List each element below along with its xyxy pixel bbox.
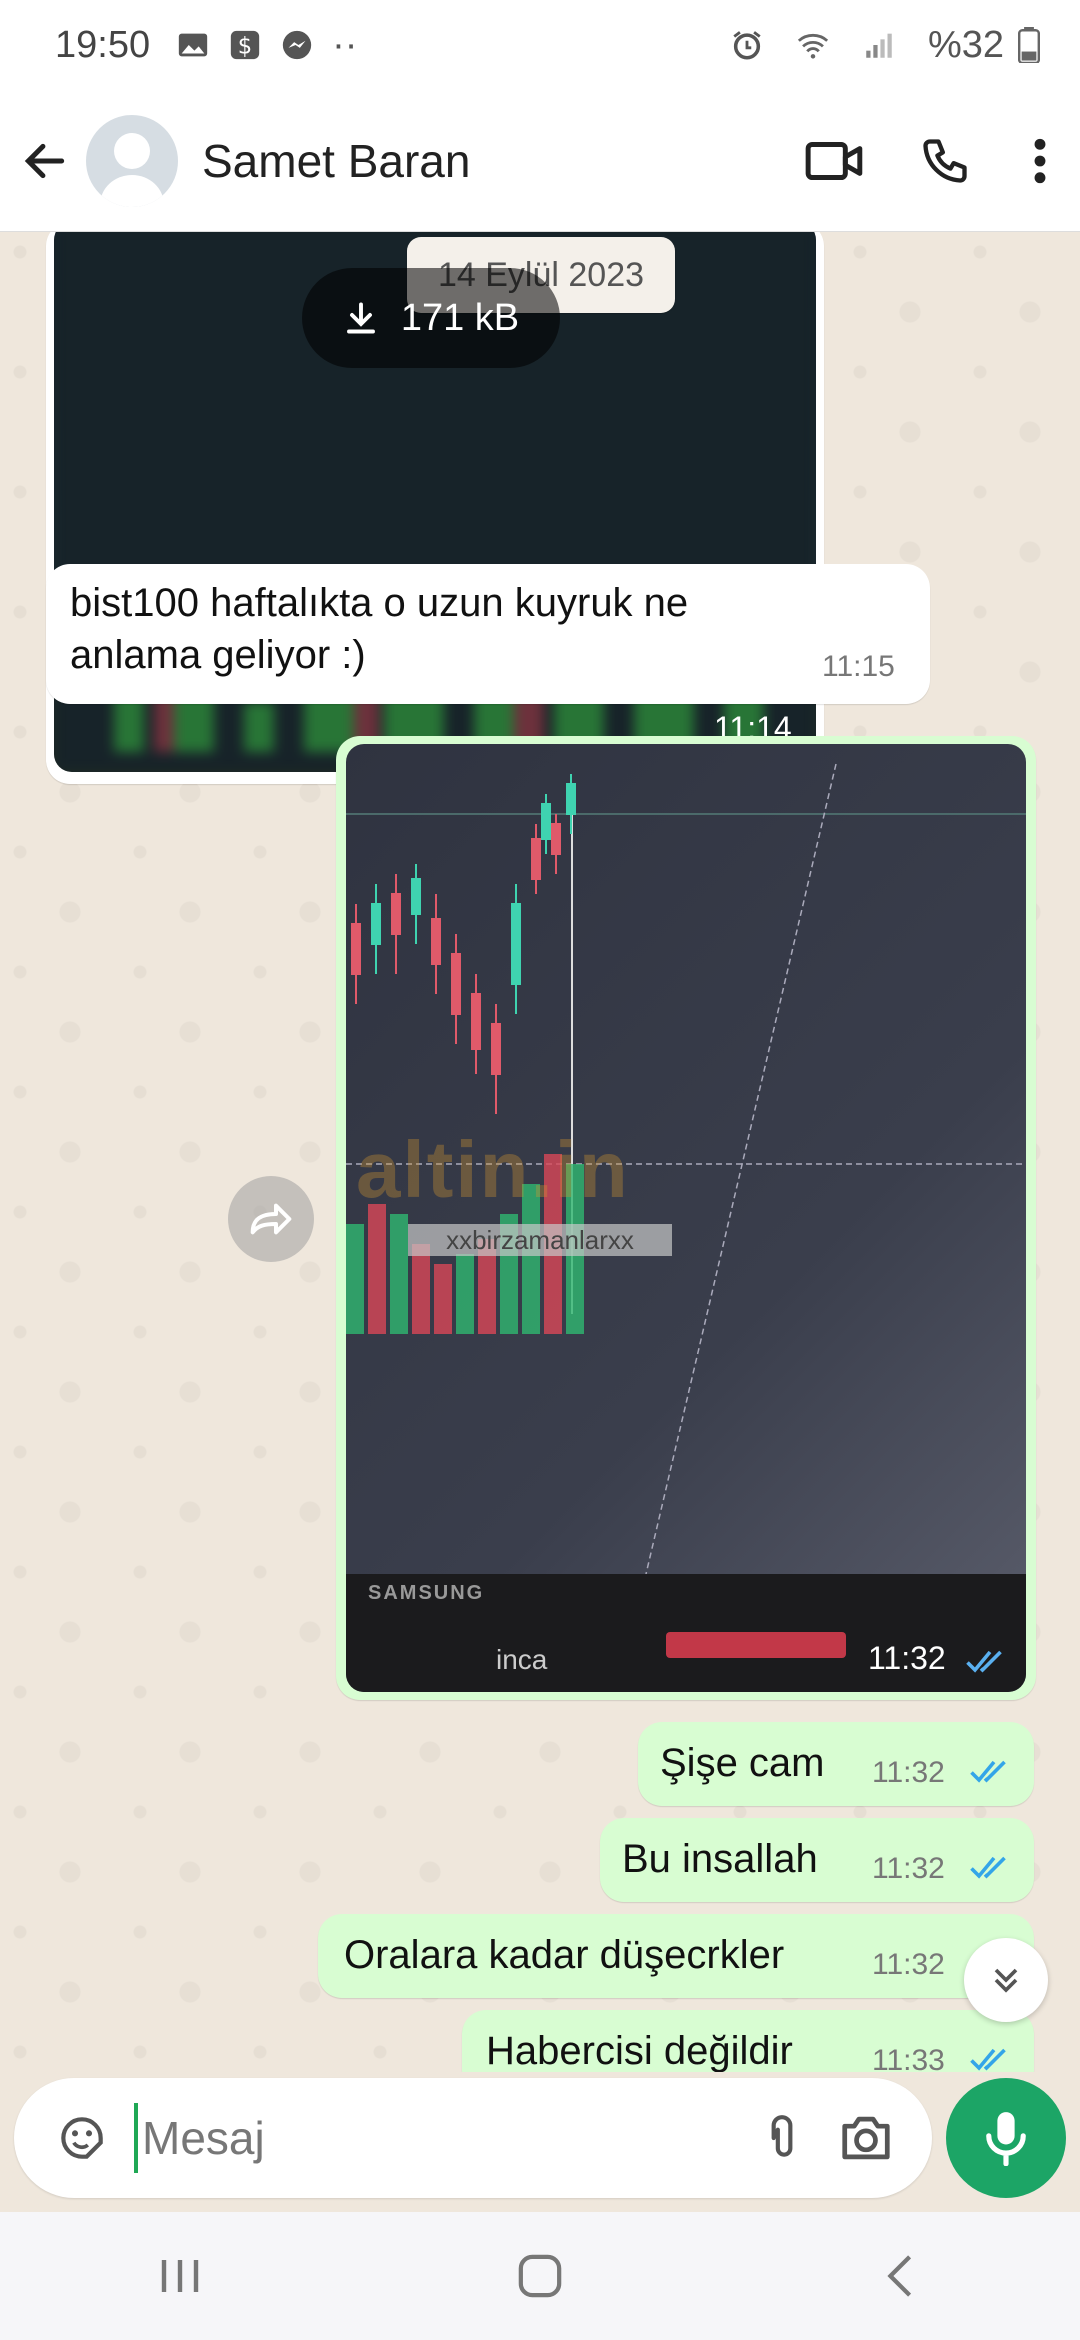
- message-text: Şişe cam: [660, 1741, 825, 1785]
- message-text-line-1: bist100 haftalıkta o uzun kuyruk ne: [70, 581, 689, 625]
- chat-area[interactable]: 11:14 14 Eylül 2023 171 kB bist100 hafta…: [0, 232, 1080, 2072]
- sticker-icon: [61, 2117, 103, 2159]
- keyboard-keys: [666, 1632, 846, 1658]
- outgoing-text-message[interactable]: Habercisi değildir 11:33: [462, 2010, 1034, 2072]
- battery-percent: %32: [927, 23, 1004, 66]
- message-text: Oralara kadar düşecrkler: [344, 1933, 785, 1977]
- status-bar: 19:50 $ ·· %32: [0, 0, 1080, 90]
- read-ticks-icon: [970, 2048, 1006, 2071]
- svg-text:$: $: [238, 34, 252, 60]
- dollar-icon: $: [230, 30, 260, 60]
- message-text: Habercisi değildir: [486, 2029, 793, 2072]
- back-button[interactable]: [0, 116, 90, 206]
- phone-icon: [923, 138, 967, 183]
- more-options-button[interactable]: [1000, 111, 1080, 211]
- contact-name[interactable]: Samet Baran: [202, 134, 470, 188]
- home-button[interactable]: [480, 2226, 600, 2326]
- emoji-button[interactable]: [40, 2110, 124, 2166]
- voice-record-button[interactable]: [946, 2078, 1066, 2198]
- recent-apps-icon: [161, 2260, 199, 2292]
- image-icon: [178, 33, 208, 57]
- read-ticks-icon: [970, 1856, 1006, 1879]
- signal-icon: [866, 33, 892, 58]
- keyboard-brand: inca: [496, 1644, 548, 1675]
- camera-button[interactable]: [824, 2093, 908, 2183]
- wifi-icon: [797, 33, 829, 59]
- attach-button[interactable]: [740, 2093, 824, 2183]
- back-chevron-icon: [887, 2255, 912, 2297]
- message-time: 11:33: [872, 2044, 945, 2072]
- home-icon: [518, 2254, 562, 2298]
- forward-button[interactable]: [228, 1176, 314, 1262]
- paperclip-icon: [771, 2115, 793, 2157]
- status-time: 19:50: [55, 23, 151, 66]
- more-dots-icon: ··: [332, 23, 358, 66]
- download-size: 171 kB: [400, 296, 520, 339]
- outgoing-image-message[interactable]: altin.in xxbirzamanlarxx SAMSUNG inca 11…: [336, 736, 1036, 1700]
- recent-apps-button[interactable]: [120, 2226, 240, 2326]
- watermark-label: xxbirzamanlarxx: [408, 1224, 672, 1256]
- chat-header: Samet Baran: [0, 90, 1080, 232]
- message-input[interactable]: [134, 2103, 740, 2173]
- message-text-line-2: anlama geliyor :): [70, 633, 366, 677]
- message-text: Bu insallah: [622, 1837, 818, 1881]
- video-call-button[interactable]: [780, 111, 890, 211]
- outgoing-text-message[interactable]: Şişe cam 11:32: [638, 1722, 1034, 1806]
- camera-icon: [842, 2116, 890, 2160]
- read-ticks-icon: [970, 1760, 1006, 1783]
- chart-photo[interactable]: altin.in xxbirzamanlarxx SAMSUNG inca 11…: [346, 744, 1026, 1692]
- download-button[interactable]: 171 kB: [302, 268, 560, 368]
- monitor-brand: SAMSUNG: [368, 1582, 485, 1604]
- message-time: 11:32: [872, 1852, 945, 1885]
- video-call-icon: [805, 141, 863, 180]
- system-nav-bar: [0, 2212, 1080, 2340]
- message-time: 11:15: [822, 650, 895, 683]
- back-arrow-icon: [24, 143, 65, 178]
- alarm-icon: [733, 31, 761, 60]
- outgoing-text-message[interactable]: Oralara kadar düşecrkler 11:32: [318, 1914, 1034, 1998]
- battery-icon: [1018, 27, 1040, 63]
- voice-call-button[interactable]: [890, 111, 1000, 211]
- forward-icon: [250, 1203, 292, 1235]
- message-time: 11:32: [872, 1756, 945, 1789]
- brand-watermark: altin.in: [356, 1125, 630, 1214]
- message-time: 11:32: [872, 1948, 945, 1981]
- double-chevron-down-icon: [994, 1968, 1018, 1993]
- avatar[interactable]: [86, 114, 178, 207]
- message-time: 11:32: [868, 1640, 946, 1676]
- scroll-to-bottom-button[interactable]: [964, 1938, 1048, 2022]
- download-icon: [346, 302, 375, 334]
- incoming-text-message[interactable]: bist100 haftalıkta o uzun kuyruk ne anla…: [46, 564, 930, 704]
- back-nav-button[interactable]: [840, 2226, 960, 2326]
- outgoing-text-message[interactable]: Bu insallah 11:32: [600, 1818, 1034, 1902]
- more-vert-icon: [1034, 138, 1046, 183]
- messenger-icon: [282, 30, 312, 60]
- microphone-icon: [986, 2112, 1026, 2166]
- message-composer: [14, 2078, 932, 2198]
- read-ticks-icon: [966, 1650, 1002, 1673]
